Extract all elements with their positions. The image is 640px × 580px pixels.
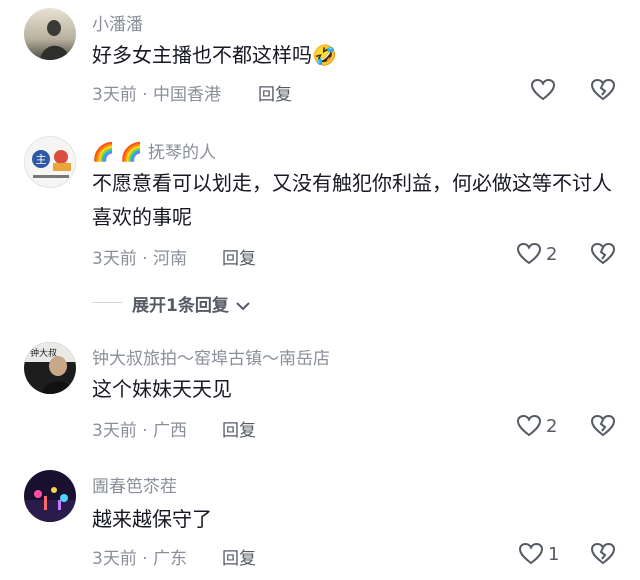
comment-location: 河南 [153,249,188,269]
avatar[interactable] [24,470,76,522]
chevron-down-icon [235,300,251,312]
comment-time: 3天前 [92,249,137,269]
comment-time: 3天前 [92,421,137,441]
expand-replies-button[interactable]: 展开1条回复 [132,291,251,316]
username[interactable]: 圊春笆苶茬 [92,472,177,497]
username[interactable]: 钟大叔旅拍～窑埠古镇～南岳店 [92,344,330,369]
heart-icon [516,242,542,266]
comment-time: 3天前 [92,549,137,569]
broken-heart-icon [590,78,616,102]
like-button[interactable]: 2 [516,414,557,438]
expand-divider [92,302,122,303]
like-count: 1 [548,543,560,565]
reply-button[interactable]: 回复 [258,80,292,105]
comment-text: 好多女主播也不都这样吗🤣 [92,43,337,67]
dislike-button[interactable] [590,414,616,438]
broken-heart-icon [590,542,616,566]
like-count: 2 [546,415,558,437]
separator: · [142,421,148,441]
broken-heart-icon [590,242,616,266]
dislike-button[interactable] [590,542,616,566]
heart-icon [530,78,556,102]
comment-meta: 3天前 · 广西 [92,416,187,441]
comment-location: 广西 [153,421,188,441]
comment-text: 这个妹妹天天见 [92,377,232,401]
like-button[interactable]: 2 [516,242,557,266]
like-button[interactable] [530,78,556,102]
avatar-text: 钟大叔 [30,347,57,359]
like-count: 2 [546,243,558,265]
broken-heart-icon [590,414,616,438]
heart-icon [516,414,542,438]
comment-meta: 3天前 · 广东 [92,544,187,569]
avatar-text: 主 [36,153,47,166]
comment-text: 越来越保守了 [92,507,212,531]
username-text: 抚琴的人 [147,143,216,163]
like-button[interactable]: 1 [518,542,559,566]
username[interactable]: 小潘潘 [92,10,143,35]
heart-icon [518,542,544,566]
comment-meta: 3天前 · 河南 [92,244,187,269]
comment-location: 中国香港 [153,85,222,105]
separator: · [142,249,148,269]
username[interactable]: 🌈 🌈 抚琴的人 [92,138,216,163]
reply-button[interactable]: 回复 [222,244,256,269]
dislike-button[interactable] [590,78,616,102]
comment-location: 广东 [153,549,188,569]
comment-time: 3天前 [92,85,137,105]
separator: · [142,85,148,105]
comment-meta: 3天前 · 中国香港 [92,80,221,105]
expand-replies-label: 展开1条回复 [132,296,229,316]
rainbow-emoji: 🌈 🌈 [92,142,143,163]
reply-button[interactable]: 回复 [222,544,256,569]
dislike-button[interactable] [590,242,616,266]
avatar[interactable]: 钟大叔 [24,342,76,394]
comment-text: 不愿意看可以划走，又没有触犯你利益，何必做这等不讨人喜欢的事呢 [92,171,612,229]
reply-button[interactable]: 回复 [222,416,256,441]
avatar[interactable]: 主 [24,136,76,188]
separator: · [142,549,148,569]
avatar[interactable] [24,8,76,60]
